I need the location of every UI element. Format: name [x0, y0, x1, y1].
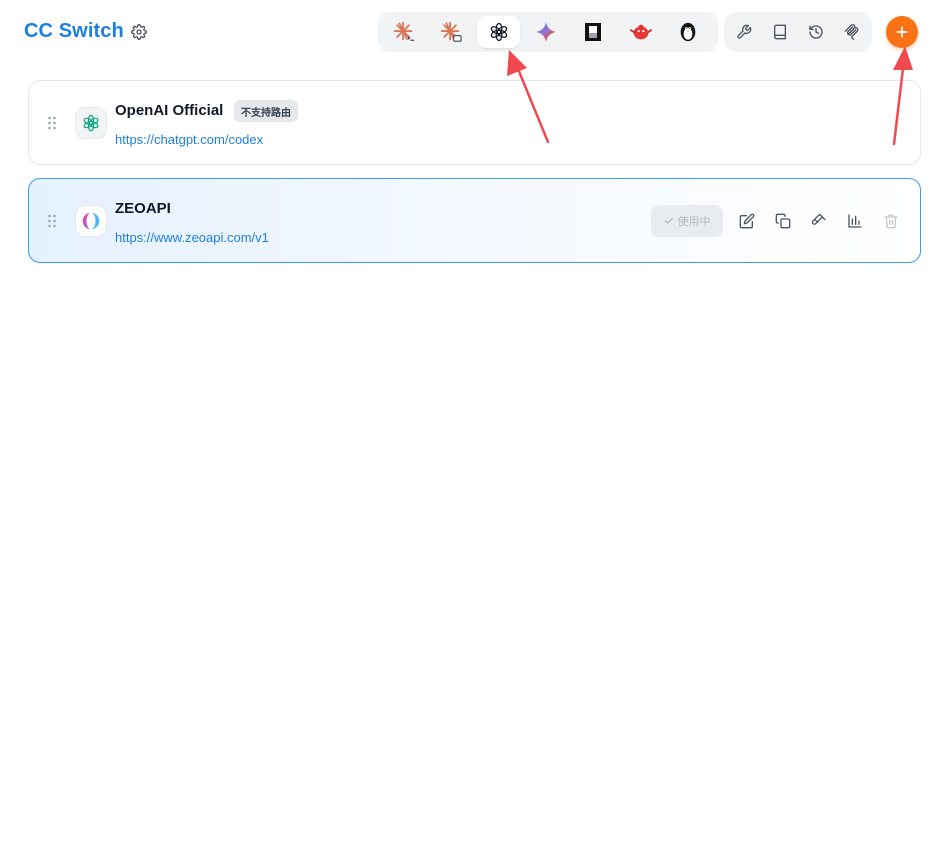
provider-logo: [75, 107, 107, 139]
drag-handle-icon[interactable]: [47, 115, 57, 131]
edit-icon: [739, 213, 755, 229]
tool-bar: [724, 12, 872, 52]
claude-code-icon: [393, 21, 414, 41]
gemini-icon: [535, 21, 557, 43]
history-button[interactable]: [798, 16, 834, 48]
book-icon: [774, 24, 786, 40]
penguin-icon: [680, 22, 696, 42]
no-routing-badge: 不支持路由: [234, 100, 298, 122]
app-tab-claude-desktop[interactable]: [429, 16, 472, 48]
settings-button[interactable]: [128, 21, 150, 43]
plus-icon: [896, 26, 908, 38]
app-tab-codex[interactable]: [476, 16, 521, 48]
gear-icon: [131, 24, 147, 40]
provider-card-zeoapi[interactable]: ZEOAPI https://www.zeoapi.com/v1 使用中: [28, 178, 921, 263]
app-tab-7[interactable]: [667, 16, 710, 48]
provider-logo: [75, 205, 107, 237]
mcp-icon: [844, 24, 859, 40]
tools-button[interactable]: [726, 16, 762, 48]
opencode-icon: [585, 23, 602, 41]
add-provider-button[interactable]: [886, 16, 918, 48]
delete-button[interactable]: [873, 205, 909, 237]
claude-desktop-icon: [441, 21, 462, 42]
usage-icon: [848, 214, 862, 228]
usage-button[interactable]: [837, 205, 873, 237]
in-use-button[interactable]: 使用中: [651, 205, 723, 237]
edit-button[interactable]: [729, 205, 765, 237]
delete-icon: [884, 214, 898, 229]
red-creature-icon: [629, 24, 652, 40]
duplicate-icon: [775, 213, 791, 229]
provider-actions: [729, 205, 909, 237]
history-icon: [809, 25, 823, 39]
in-use-label: 使用中: [677, 216, 711, 228]
docs-button[interactable]: [762, 16, 798, 48]
app-tab-gemini[interactable]: [524, 16, 567, 48]
openai-icon: [490, 22, 507, 42]
zeoapi-logo-icon: [82, 212, 100, 230]
drag-handle-icon[interactable]: [47, 213, 57, 229]
provider-card-openai-official[interactable]: OpenAI Official 不支持路由 https://chatgpt.co…: [28, 80, 921, 165]
provider-name: ZEOAPI: [115, 200, 171, 217]
provider-url-link[interactable]: https://www.zeoapi.com/v1: [115, 230, 269, 245]
app-tab-claude-code[interactable]: [382, 16, 425, 48]
app-tab-6[interactable]: [619, 16, 662, 48]
app-title: CC Switch: [24, 20, 124, 42]
openai-icon: [83, 114, 99, 132]
provider-name: OpenAI Official: [115, 102, 224, 119]
duplicate-button[interactable]: [765, 205, 801, 237]
provider-url-link[interactable]: https://chatgpt.com/codex: [115, 132, 263, 147]
wrench-icon: [737, 24, 752, 39]
test-icon: [811, 213, 826, 225]
test-button[interactable]: [801, 205, 837, 237]
mcp-button[interactable]: [834, 16, 870, 48]
app-switcher: [378, 12, 718, 52]
app-tab-opencode[interactable]: [572, 16, 615, 48]
check-icon: [664, 217, 673, 224]
